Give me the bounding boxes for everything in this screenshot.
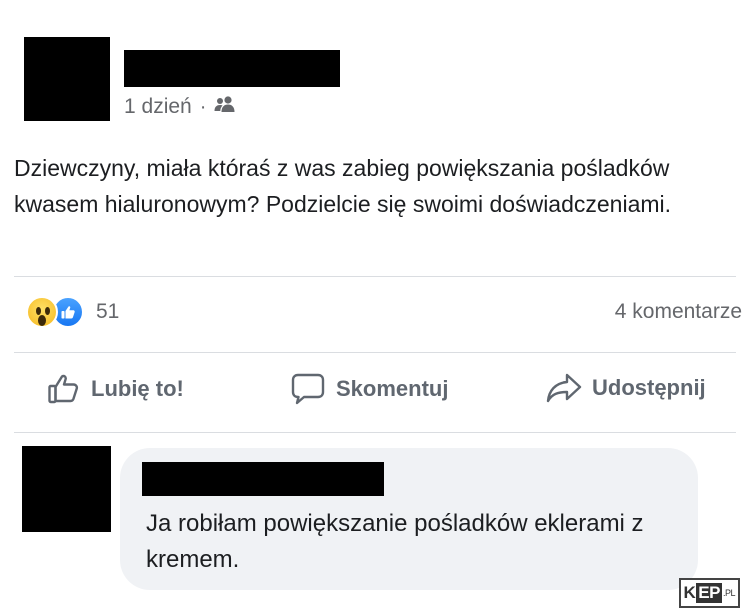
comments-count[interactable]: 4 komentarze: [615, 300, 742, 324]
like-button[interactable]: Lubię to!: [47, 372, 184, 406]
comment-text: Ja robiłam powiększanie pośladków eklera…: [146, 510, 644, 573]
post-meta: 1 dzień ·: [124, 92, 236, 122]
author-name-redacted[interactable]: [124, 50, 340, 87]
meta-separator: ·: [199, 95, 207, 118]
comment-button-label: Skomentuj: [336, 376, 449, 401]
share-button[interactable]: Udostępnij: [546, 372, 706, 404]
share-arrow-icon: [546, 372, 582, 404]
thumbs-up-icon: [47, 372, 81, 406]
reactions-summary[interactable]: 51: [26, 296, 119, 328]
author-avatar-redacted[interactable]: [24, 37, 110, 121]
speech-bubble-icon: [290, 372, 326, 406]
site-watermark-logo: K EP .PL: [678, 578, 740, 608]
commenter-name-redacted[interactable]: [142, 462, 384, 496]
like-button-label: Lubię to!: [91, 376, 184, 401]
commenter-avatar-redacted[interactable]: [22, 446, 111, 532]
divider: [14, 276, 736, 277]
share-button-label: Udostępnij: [592, 375, 706, 400]
post-time[interactable]: 1 dzień: [124, 95, 192, 119]
post-text: Dziewczyny, miała któraś z was zabieg po…: [14, 155, 672, 217]
reaction-count: 51: [96, 300, 120, 323]
divider: [14, 432, 736, 433]
friends-icon[interactable]: [214, 95, 236, 119]
wow-reaction-icon: [26, 296, 58, 328]
divider: [14, 352, 736, 353]
comment-button[interactable]: Skomentuj: [290, 372, 448, 406]
